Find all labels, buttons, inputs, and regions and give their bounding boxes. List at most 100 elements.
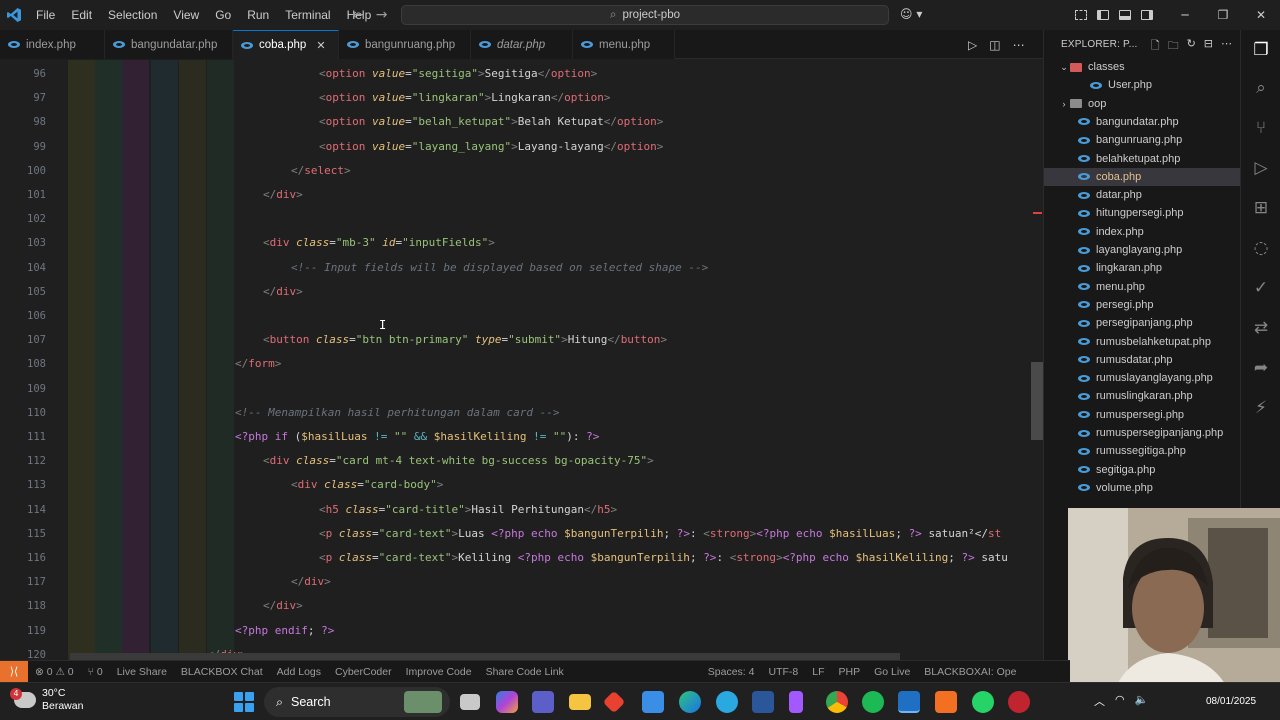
code-line[interactable]: </div>	[291, 575, 331, 588]
testing-icon[interactable]: ✓	[1241, 270, 1280, 306]
code-line[interactable]: <!-- Menampilkan hasil perhitungan dalam…	[235, 406, 560, 419]
code-line[interactable]: <option value="layang_layang">Layang-lay…	[319, 140, 663, 153]
toggle-panel-icon[interactable]	[1114, 0, 1136, 30]
code-line[interactable]: <div class="mb-3" id="inputFields">	[263, 236, 495, 249]
collapse-all-icon[interactable]: ⊟	[1204, 37, 1213, 56]
tab-coba[interactable]: coba.php ✕	[233, 30, 339, 59]
system-tray[interactable]: ︿ ◠ 🔈	[1094, 693, 1148, 709]
tree-folder[interactable]: ⌄ classes	[1044, 58, 1240, 76]
code-line[interactable]: <?php endif; ?>	[235, 624, 334, 637]
problems-indicator[interactable]: ⊗ 0 ⚠ 0	[28, 666, 81, 678]
clock-date[interactable]: 08/01/2025	[1206, 696, 1256, 707]
wifi-icon[interactable]: ◠	[1115, 693, 1125, 709]
xampp-icon[interactable]	[935, 691, 957, 713]
live-share-icon[interactable]: ➦	[1241, 350, 1280, 386]
tree-file[interactable]: index.php	[1044, 223, 1240, 241]
tree-file[interactable]: rumuslingkaran.php	[1044, 387, 1240, 405]
code-line[interactable]: <option value="segitiga">Segitiga</optio…	[319, 67, 597, 80]
language-status[interactable]: PHP	[832, 666, 868, 678]
menu-selection[interactable]: Selection	[100, 0, 165, 30]
anydesk-icon[interactable]	[602, 690, 626, 714]
task-view-icon[interactable]	[460, 694, 480, 710]
tree-file[interactable]: volume.php	[1044, 479, 1240, 497]
volume-icon[interactable]: 🔈	[1135, 693, 1149, 709]
blackbox-icon[interactable]: ⚡	[1241, 390, 1280, 426]
word-icon[interactable]	[752, 691, 774, 713]
windows-start-icon[interactable]	[234, 692, 254, 712]
code-line[interactable]: <div class="card-body">	[291, 478, 443, 491]
ports-indicator[interactable]: ⑂ 0	[81, 666, 110, 678]
forward-arrow-icon[interactable]: →	[376, 7, 388, 23]
more-icon[interactable]: ⋯	[1221, 37, 1232, 56]
copilot-app-icon[interactable]	[496, 691, 518, 713]
copilot-chat-icon[interactable]: ◌	[1241, 230, 1280, 266]
taskbar-search[interactable]: ⌕ Search	[264, 687, 450, 717]
vertical-scrollbar[interactable]	[1031, 362, 1043, 440]
indentation-status[interactable]: Spaces: 4	[701, 666, 762, 678]
tree-file[interactable]: bangunruang.php	[1044, 131, 1240, 149]
blackbox-chat-status[interactable]: BLACKBOX Chat	[174, 666, 270, 678]
tree-file[interactable]: coba.php	[1044, 167, 1240, 186]
eol-status[interactable]: LF	[805, 666, 831, 678]
add-logs-status[interactable]: Add Logs	[270, 666, 328, 678]
more-actions-icon[interactable]: ⋯	[1013, 38, 1025, 52]
weather-widget[interactable]: 4 30°C Berawan	[10, 687, 83, 713]
split-editor-icon[interactable]: ◫	[989, 38, 1000, 52]
menu-go[interactable]: Go	[207, 0, 239, 30]
tab-datar[interactable]: datar.php	[471, 30, 573, 59]
live-share-status[interactable]: Live Share	[110, 666, 174, 678]
tree-folder[interactable]: › oop	[1044, 95, 1240, 113]
tree-file[interactable]: lingkaran.php	[1044, 259, 1240, 277]
restore-icon[interactable]: ❐	[1204, 0, 1242, 30]
copilot-icon[interactable]: ☺ ▾	[900, 7, 922, 21]
remote-indicator-icon[interactable]: ⟩⟨	[0, 660, 28, 683]
code-line[interactable]: </div>	[263, 599, 303, 612]
chevron-up-icon[interactable]: ︿	[1094, 693, 1105, 709]
tab-bangundatar[interactable]: bangundatar.php	[105, 30, 233, 59]
run-icon[interactable]: ▷	[968, 38, 977, 52]
menu-edit[interactable]: Edit	[63, 0, 100, 30]
cybercoder-status[interactable]: CyberCoder	[328, 666, 399, 678]
tree-file[interactable]: rumuspersegipanjang.php	[1044, 424, 1240, 442]
tab-index[interactable]: index.php	[0, 30, 105, 59]
teams-icon[interactable]	[532, 691, 554, 713]
spotify-icon[interactable]	[862, 691, 884, 713]
refresh-icon[interactable]: ↻	[1187, 37, 1196, 56]
chevron-right-icon[interactable]: ›	[1058, 99, 1070, 109]
tree-file[interactable]: rumuslayanglayang.php	[1044, 369, 1240, 387]
command-center-search[interactable]: ⌕ project-pbo	[401, 5, 889, 25]
menu-view[interactable]: View	[165, 0, 207, 30]
tree-file[interactable]: menu.php	[1044, 278, 1240, 296]
back-arrow-icon[interactable]: ←	[352, 7, 364, 23]
vscode-taskbar-icon[interactable]	[898, 691, 920, 713]
go-live-status[interactable]: Go Live	[867, 666, 917, 678]
source-control-icon[interactable]: ⑂	[1241, 110, 1280, 146]
code-line[interactable]: <option value="belah_ketupat">Belah Ketu…	[319, 115, 663, 128]
code-line[interactable]: <div class="card mt-4 text-white bg-succ…	[263, 454, 654, 467]
remote-explorer-icon[interactable]: ⇄	[1241, 310, 1280, 346]
encoding-status[interactable]: UTF-8	[761, 666, 805, 678]
tree-file[interactable]: rumussegitiga.php	[1044, 442, 1240, 460]
chevron-down-icon[interactable]: ⌄	[1058, 62, 1070, 73]
toggle-sidebar-icon[interactable]	[1092, 0, 1114, 30]
code-line[interactable]: <?php if ($hasilLuas != "" && $hasilKeli…	[235, 430, 599, 443]
tree-file[interactable]: segitiga.php	[1044, 461, 1240, 479]
code-line[interactable]: <h5 class="card-title">Hasil Perhitungan…	[319, 503, 617, 516]
blackbox-ai-status[interactable]: BLACKBOXAI: Ope	[917, 666, 1023, 678]
layout-customize-icon[interactable]	[1070, 0, 1092, 30]
tree-file[interactable]: bangundatar.php	[1044, 113, 1240, 131]
new-file-icon[interactable]: 🗋	[1151, 37, 1160, 56]
tree-file[interactable]: rumuspersegi.php	[1044, 406, 1240, 424]
tree-file[interactable]: rumusdatar.php	[1044, 351, 1240, 369]
code-line[interactable]: </select>	[291, 164, 351, 177]
extensions-icon[interactable]: ⊞	[1241, 190, 1280, 226]
code-line[interactable]: <p class="card-text" > Keliling <?php echo…	[319, 551, 1008, 564]
code-line[interactable]: </div>	[263, 188, 303, 201]
whatsapp-icon[interactable]	[972, 691, 994, 713]
code-line[interactable]: <button class="btn btn-primary" type="su…	[263, 333, 667, 346]
close-tab-icon[interactable]: ✕	[316, 39, 325, 52]
close-icon[interactable]: ✕	[1242, 0, 1280, 30]
code-line[interactable]: </form>	[235, 357, 281, 370]
new-folder-icon[interactable]: 🗀	[1168, 37, 1179, 56]
share-code-link-status[interactable]: Share Code Link	[479, 666, 571, 678]
